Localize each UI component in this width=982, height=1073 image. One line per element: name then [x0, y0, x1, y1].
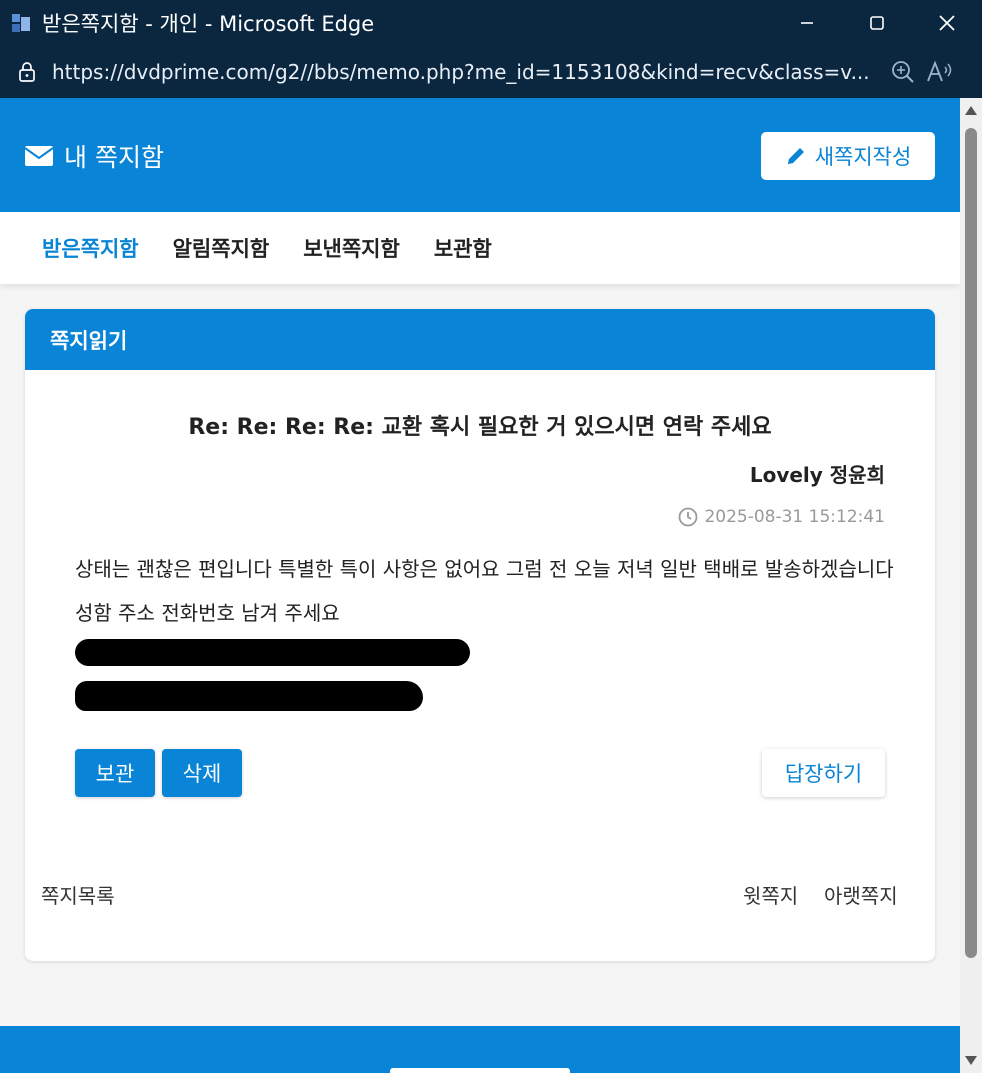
vertical-scrollbar[interactable] [960, 98, 982, 1073]
read-aloud-button[interactable] [924, 57, 954, 87]
scroll-up-icon[interactable] [965, 106, 977, 115]
memo-datetime-text: 2025-08-31 15:12:41 [704, 507, 885, 527]
window-title: 받은쪽지함 - 개인 - Microsoft Edge [42, 12, 375, 36]
zoom-button[interactable] [888, 57, 918, 87]
delete-button[interactable]: 삭제 [162, 749, 242, 797]
url-text[interactable]: https://dvdprime.com/g2//bbs/memo.php?me… [52, 60, 882, 84]
memo-body: 상태는 괜찮은 편입니다 특별한 특이 사항은 없어요 그럼 전 오늘 저녁 일… [75, 557, 894, 625]
footer-handle [390, 1068, 570, 1073]
zoom-in-icon [892, 61, 914, 83]
redacted-line [75, 681, 423, 711]
page-title: 내 쪽지함 [24, 138, 164, 174]
prev-memo-link[interactable]: 윗쪽지 [743, 880, 798, 909]
clock-icon [679, 507, 698, 527]
redacted-line [75, 639, 470, 666]
compose-label: 새쪽지작성 [814, 145, 912, 169]
archive-button[interactable]: 보관 [75, 749, 155, 797]
app-logo-icon [10, 12, 32, 34]
minimize-button[interactable] [772, 0, 842, 46]
page-viewport: 내 쪽지함 새쪽지작성 받은쪽지함 알림쪽지함 보낸쪽지함 보관함 쪽지읽기 R… [0, 98, 960, 1073]
close-button[interactable] [912, 0, 982, 46]
tab-sent[interactable]: 보낸쪽지함 [303, 233, 400, 263]
address-bar: https://dvdprime.com/g2//bbs/memo.php?me… [0, 46, 982, 98]
scroll-down-icon[interactable] [965, 1056, 977, 1065]
maximize-button[interactable] [842, 0, 912, 46]
memo-datetime: 2025-08-31 15:12:41 [678, 507, 885, 527]
next-memo-link[interactable]: 아랫쪽지 [824, 880, 898, 909]
memo-tabs: 받은쪽지함 알림쪽지함 보낸쪽지함 보관함 [0, 212, 960, 284]
tab-received[interactable]: 받은쪽지함 [42, 233, 139, 263]
tab-archive[interactable]: 보관함 [434, 233, 492, 263]
window-titlebar: 받은쪽지함 - 개인 - Microsoft Edge [0, 0, 982, 46]
minimize-icon [801, 22, 813, 24]
page-header: 내 쪽지함 새쪽지작성 [0, 98, 960, 212]
lock-icon[interactable] [16, 61, 38, 83]
pencil-icon [787, 148, 804, 164]
page-title-text: 내 쪽지함 [64, 143, 164, 172]
memo-sender[interactable]: Lovely 정윤희 [750, 459, 885, 488]
maximize-icon [870, 16, 884, 30]
compose-button[interactable]: 새쪽지작성 [761, 132, 935, 180]
read-aloud-icon [927, 60, 952, 82]
scroll-thumb[interactable] [965, 128, 977, 958]
memo-subject: Re: Re: Re: Re: 교환 혹시 필요한 거 있으시면 연락 주세요 [188, 415, 772, 440]
close-icon [939, 15, 955, 31]
panel-title: 쪽지읽기 [25, 309, 935, 370]
reply-button[interactable]: 답장하기 [762, 749, 885, 797]
page-footer [0, 1026, 960, 1073]
envelope-icon [24, 146, 54, 166]
memo-read-panel: 쪽지읽기 Re: Re: Re: Re: 교환 혹시 필요한 거 있으시면 연락… [25, 309, 935, 961]
tab-notification[interactable]: 알림쪽지함 [173, 233, 270, 263]
memo-list-link[interactable]: 쪽지목록 [41, 880, 115, 909]
